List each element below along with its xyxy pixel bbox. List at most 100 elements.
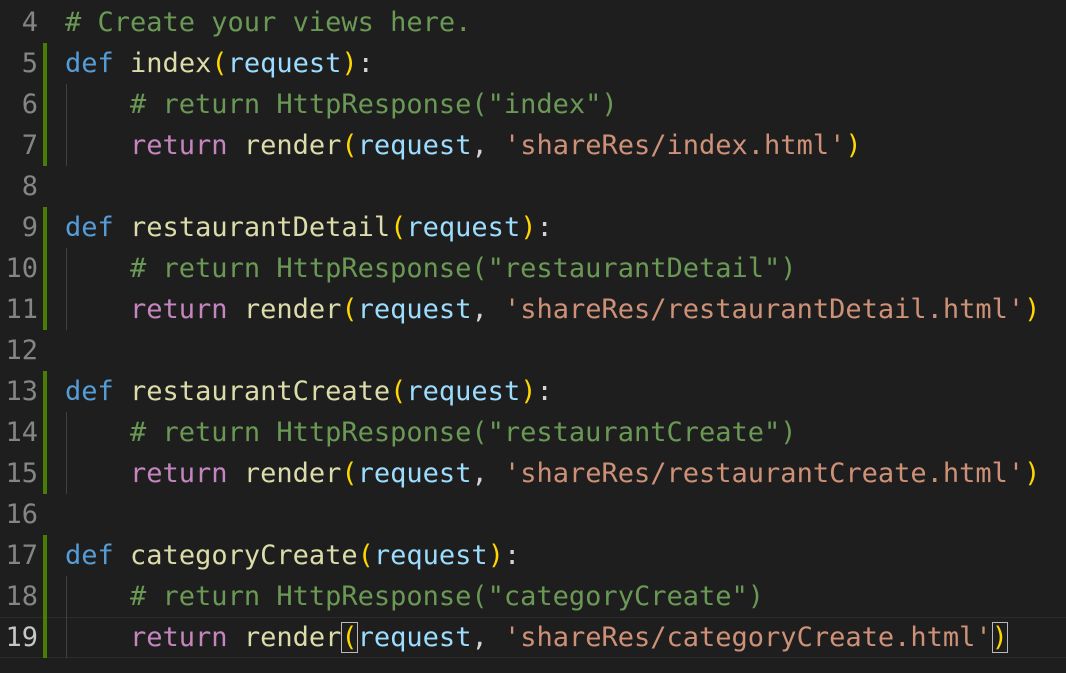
line-number: 16 [5,499,38,530]
code-token: ( [341,294,358,325]
code-line-9[interactable]: 9 def restaurantDetail(request): [0,207,1066,248]
code-token: : [536,376,553,407]
code-token: render [243,622,342,653]
code-line-13[interactable]: 13 def restaurantCreate(request): [0,371,1066,412]
code-token: return [130,458,228,489]
code-token: return [130,294,228,325]
code-token: 'shareRes/restaurantCreate.html' [503,458,1025,489]
code-line-5[interactable]: 5 def index(request): [0,43,1066,84]
code-token: request [357,294,472,325]
code-line-7[interactable]: 7 return render(request, 'shareRes/index… [0,125,1066,166]
code-token: render [243,294,342,325]
code-token: render [243,130,342,161]
line-number: 15 [5,458,38,489]
code-text: # Create your views here. [65,2,471,43]
code-token: request [357,130,472,161]
code-line-16[interactable]: 16 [0,494,1066,535]
diff-added-indicator[interactable] [43,125,47,166]
code-line-18[interactable]: 18 # return HttpResponse("categoryCreate… [0,576,1066,617]
line-number: 17 [5,540,38,571]
code-token: request [373,540,488,571]
code-line-11[interactable]: 11 return render(request, 'shareRes/rest… [0,289,1066,330]
diff-added-indicator[interactable] [43,617,47,658]
diff-added-indicator[interactable] [43,371,47,412]
code-token: ( [390,376,407,407]
code-token: # return HttpResponse("categoryCreate") [130,581,764,612]
code-text: def restaurantDetail(request): [65,207,553,248]
code-token: # Create your views here. [65,7,472,38]
code-token: 'shareRes/restaurantDetail.html' [503,294,1025,325]
line-number: 4 [21,7,38,38]
diff-added-indicator[interactable] [43,84,47,125]
code-token: ) [1024,294,1041,325]
code-text: # return HttpResponse("index") [65,84,618,125]
code-line-19[interactable]: 19 return render(request, 'shareRes/cate… [0,617,1066,658]
code-line-10[interactable]: 10 # return HttpResponse("restaurantDeta… [0,248,1066,289]
code-token: restaurantDetail [130,212,391,243]
diff-added-indicator[interactable] [43,207,47,248]
code-token: : [357,48,374,79]
code-token: ) [991,622,1008,653]
code-token: ( [357,540,374,571]
diff-added-indicator[interactable] [43,412,47,453]
code-line-15[interactable]: 15 return render(request, 'shareRes/rest… [0,453,1066,494]
code-token: ( [341,458,358,489]
code-line-12[interactable]: 12 [0,330,1066,371]
code-line-14[interactable]: 14 # return HttpResponse("restaurantCrea… [0,412,1066,453]
code-token: 'shareRes/index.html' [503,130,846,161]
code-token: : [536,212,553,243]
line-number: 9 [21,212,38,243]
code-token: ) [1024,458,1041,489]
line-number: 12 [5,335,38,366]
code-token: # return HttpResponse("index") [130,89,618,120]
code-token: ( [341,622,358,653]
diff-added-indicator[interactable] [43,576,47,617]
code-token: def [65,48,114,79]
code-text: return render(request, 'shareRes/categor… [65,617,1008,658]
code-token: ) [845,130,862,161]
code-token: request [357,458,472,489]
code-token: # return HttpResponse("restaurantCreate"… [130,417,797,448]
code-token: request [357,622,472,653]
diff-added-indicator[interactable] [43,453,47,494]
code-text: return render(request, 'shareRes/restaur… [65,289,1040,330]
code-text: def index(request): [65,43,374,84]
diff-added-indicator[interactable] [43,289,47,330]
code-token: ) [520,376,537,407]
code-token: # return HttpResponse("restaurantDetail"… [130,253,797,284]
line-number: 8 [21,171,38,202]
diff-added-indicator[interactable] [43,535,47,576]
diff-added-indicator[interactable] [43,248,47,289]
code-text: # return HttpResponse("categoryCreate") [65,576,764,617]
code-line-6[interactable]: 6 # return HttpResponse("index") [0,84,1066,125]
code-token: ( [211,48,228,79]
line-number: 18 [5,581,38,612]
code-token: , [471,622,504,653]
code-token: render [243,458,342,489]
code-line-8[interactable]: 8 [0,166,1066,207]
code-token: 'shareRes/categoryCreate.html' [503,622,992,653]
code-line-4[interactable]: 4 # Create your views here. [0,2,1066,43]
code-token: ( [390,212,407,243]
code-token: , [471,294,504,325]
code-editor[interactable]: 4 # Create your views here. 5 def index(req… [0,0,1066,673]
code-line-17[interactable]: 17 def categoryCreate(request): [0,535,1066,576]
code-token: , [471,458,504,489]
diff-added-indicator[interactable] [43,43,47,84]
code-token: return [130,622,228,653]
code-token: , [471,130,504,161]
code-token: def [65,212,114,243]
code-text: def categoryCreate(request): [65,535,520,576]
